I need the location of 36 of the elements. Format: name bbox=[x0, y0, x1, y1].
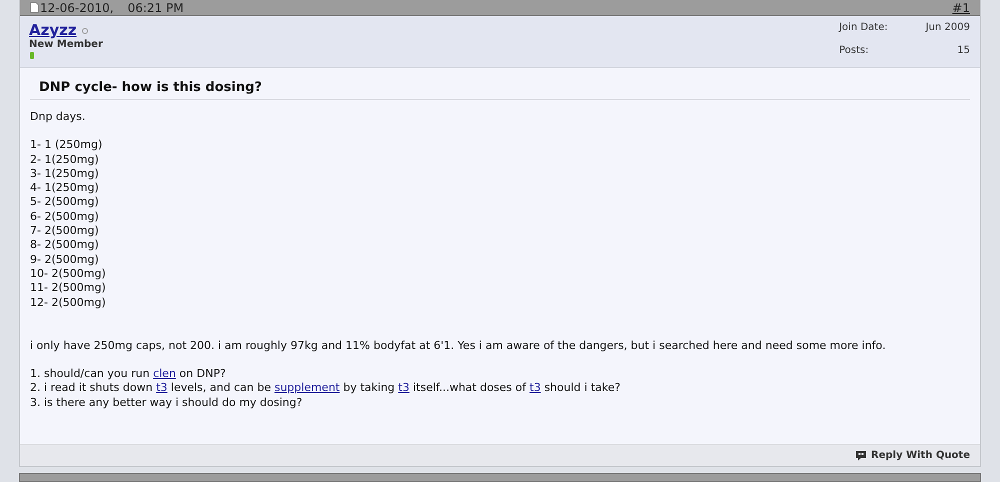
stat-value: 15 bbox=[956, 44, 970, 58]
question-line: 3. is there any better way i should do my dosing? bbox=[30, 396, 304, 410]
schedule-line: 7- 2(500mg) bbox=[30, 224, 100, 238]
text-link[interactable]: supplement bbox=[274, 381, 340, 394]
username-link[interactable]: Azyzz bbox=[29, 22, 77, 39]
post-title: DNP cycle- how is this dosing? bbox=[30, 80, 970, 100]
schedule-line: 1- 1 (250mg) bbox=[30, 138, 104, 153]
question-line: 1. should/can you run clen on DNP? bbox=[30, 367, 227, 382]
schedule-line: 11- 2(500mg) bbox=[30, 281, 107, 296]
schedule-line: 5- 2(500mg) bbox=[30, 195, 100, 210]
stat-label: Join Date: bbox=[839, 22, 888, 35]
schedule-line: 3- 1(250mg) bbox=[30, 166, 100, 182]
schedule-line: 9- 2(500mg) bbox=[30, 252, 100, 267]
text-link[interactable]: t3 bbox=[530, 381, 541, 394]
schedule-line: 4- 1(250mg) bbox=[30, 181, 100, 196]
post-time: 06:21 PM bbox=[128, 0, 184, 16]
question-line: 2. i read it shuts down t3 levels, and can be supplement by taking t3 itself...what doses of t3 should i take? bbox=[30, 381, 622, 396]
post-number-link[interactable]: #1 bbox=[952, 0, 970, 16]
stat-value: Jun 2009 bbox=[926, 22, 970, 35]
stat-label: Posts: bbox=[839, 44, 870, 58]
text-link[interactable]: t3 bbox=[398, 381, 410, 394]
schedule-line: 6- 2(500mg) bbox=[30, 210, 100, 224]
schedule-line: 12- 2(500mg) bbox=[30, 296, 107, 310]
quote-bubble-icon bbox=[855, 450, 868, 461]
post-text: Dnp days. bbox=[30, 110, 86, 124]
text-link[interactable]: clen bbox=[153, 367, 176, 380]
document-icon bbox=[30, 2, 39, 13]
schedule-line: 8- 2(500mg) bbox=[30, 238, 100, 253]
reply-with-quote-button[interactable]: Reply With Quote bbox=[855, 448, 970, 463]
reputation-icon bbox=[30, 52, 34, 59]
post-text: i only have 250mg caps, not 200. i am roughly 97kg and 11% bodyfat at 6'1. Yes i am aware of the dangers, but i searched here and need some more info. bbox=[30, 338, 887, 354]
text-link[interactable]: t3 bbox=[156, 381, 168, 394]
user-rank: New Member bbox=[29, 39, 103, 51]
schedule-line: 10- 2(500mg) bbox=[30, 266, 107, 282]
schedule-line: 2- 1(250mg) bbox=[30, 152, 100, 167]
post-date: 12-06-2010, bbox=[40, 0, 114, 16]
